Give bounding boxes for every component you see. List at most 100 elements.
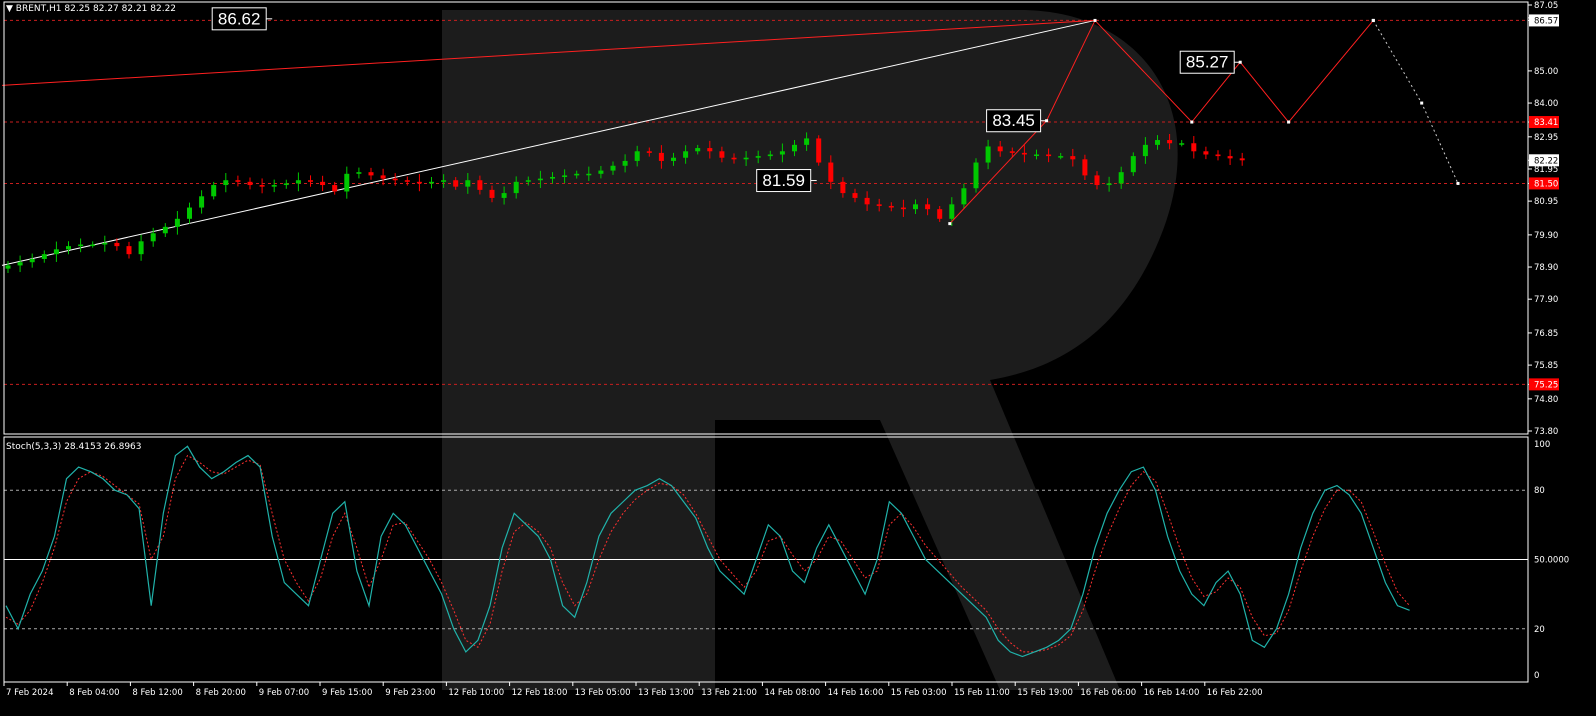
candle-body <box>41 254 47 259</box>
candle-body <box>259 185 265 187</box>
candle-body <box>1191 143 1197 152</box>
callout-label: 86.62 <box>218 9 261 28</box>
y-tick-highlight-label: 75.25 <box>1534 380 1558 390</box>
candle-body <box>138 241 144 255</box>
x-tick-label: 8 Feb 20:00 <box>196 688 246 698</box>
candle-body <box>937 209 943 219</box>
candle-body <box>804 138 810 145</box>
candle-body <box>199 196 205 208</box>
candle-body <box>707 148 713 152</box>
candle-body <box>671 157 676 161</box>
x-tick-label: 16 Feb 14:00 <box>1144 688 1200 698</box>
stoch-y-tick-label: 50.0000 <box>1534 556 1569 566</box>
candle-body <box>187 207 192 219</box>
candle-body <box>308 180 313 182</box>
candle-body <box>900 207 906 210</box>
symbol-header: ▼ BRENT,H1 82.25 82.27 82.21 82.22 <box>6 4 176 14</box>
candle-body <box>392 178 398 181</box>
candle-body <box>731 157 737 160</box>
candle-body <box>441 180 447 182</box>
candle-body <box>247 181 253 186</box>
candle-body <box>235 180 241 182</box>
candle-body <box>876 204 882 206</box>
y-tick-label: 74.80 <box>1534 395 1558 405</box>
candle-body <box>574 173 580 176</box>
indicator-values: 28.4153 26.8963 <box>64 442 142 452</box>
y-tick-label: 80.95 <box>1534 197 1558 207</box>
candle-body <box>368 172 374 176</box>
candle-body <box>1215 154 1221 157</box>
stoch-y-tick-label: 100 <box>1534 440 1550 450</box>
candle-body <box>646 151 652 153</box>
watermark-logo <box>442 10 1178 690</box>
forecast-point <box>1190 120 1194 124</box>
candle-body <box>949 204 955 219</box>
x-tick-label: 15 Feb 03:00 <box>891 688 947 698</box>
x-tick-label: 14 Feb 08:00 <box>764 688 820 698</box>
candle-body <box>1203 151 1209 155</box>
forecast-dotted-point <box>1456 181 1460 185</box>
candle-body <box>864 197 870 205</box>
candle-body <box>634 151 640 161</box>
dropdown-triangle-icon[interactable]: ▼ <box>6 4 13 14</box>
x-tick-label: 12 Feb 18:00 <box>512 688 568 698</box>
forecast-point <box>948 222 952 226</box>
y-tick-label: 75.85 <box>1534 361 1558 371</box>
candle-body <box>828 162 834 182</box>
candle-body <box>380 175 386 179</box>
candle-body <box>344 173 350 192</box>
candle-body <box>525 180 531 182</box>
candle-body <box>816 138 822 163</box>
candle-body <box>1021 152 1027 155</box>
candle-body <box>162 226 168 234</box>
candle-body <box>477 180 483 190</box>
chart-root[interactable]: 86.6283.4581.5985.27 87.0586.6586.5785.0… <box>0 0 1596 716</box>
candle-body <box>1046 154 1052 157</box>
candle-body <box>683 151 689 158</box>
y-tick-label: 77.90 <box>1534 295 1558 305</box>
candle-body <box>66 246 71 250</box>
candle-body <box>997 146 1003 152</box>
candle-body <box>114 242 120 247</box>
y-tick-label: 79.90 <box>1534 231 1558 241</box>
candle-body <box>925 204 931 210</box>
candle-body <box>985 146 991 163</box>
candle-body <box>53 249 59 255</box>
y-tick-highlight-label: 86.57 <box>1534 16 1558 26</box>
candle-body <box>779 151 785 155</box>
callout-label: 83.45 <box>992 111 1035 130</box>
candle-body <box>755 156 761 158</box>
x-tick-label: 16 Feb 22:00 <box>1207 688 1263 698</box>
candle-body <box>767 154 773 157</box>
candle-body <box>1142 144 1148 157</box>
callout-label: 85.27 <box>1186 53 1229 72</box>
candle-body <box>973 162 979 189</box>
candle-body <box>453 180 459 187</box>
candle-body <box>1130 156 1136 173</box>
candle-body <box>356 172 362 174</box>
candle-body <box>695 148 701 152</box>
x-tick-label: 15 Feb 19:00 <box>1017 688 1073 698</box>
candle-body <box>223 180 229 186</box>
candle-body <box>550 177 555 179</box>
candle-body <box>17 262 23 266</box>
x-tick-label: 7 Feb 2024 <box>6 688 54 698</box>
ohlc-values: 82.25 82.27 82.21 82.22 <box>64 4 177 14</box>
candle-body <box>211 185 217 197</box>
y-tick-label: 85.00 <box>1534 67 1558 77</box>
candle-body <box>622 160 628 166</box>
candle-body <box>1009 151 1015 153</box>
candle-body <box>513 181 519 194</box>
candle-body <box>90 244 96 247</box>
candle-body <box>598 170 604 174</box>
x-tick-label: 8 Feb 04:00 <box>69 688 119 698</box>
forecast-point <box>1093 18 1097 22</box>
x-tick-label: 15 Feb 11:00 <box>954 688 1010 698</box>
candle-body <box>126 246 132 255</box>
candle-body <box>465 180 471 187</box>
symbol-label: BRENT,H1 <box>15 4 62 14</box>
candle-body <box>1082 159 1088 176</box>
y-tick-label: 82.95 <box>1534 133 1558 143</box>
candle-body <box>429 181 434 184</box>
candle-body <box>404 180 410 182</box>
